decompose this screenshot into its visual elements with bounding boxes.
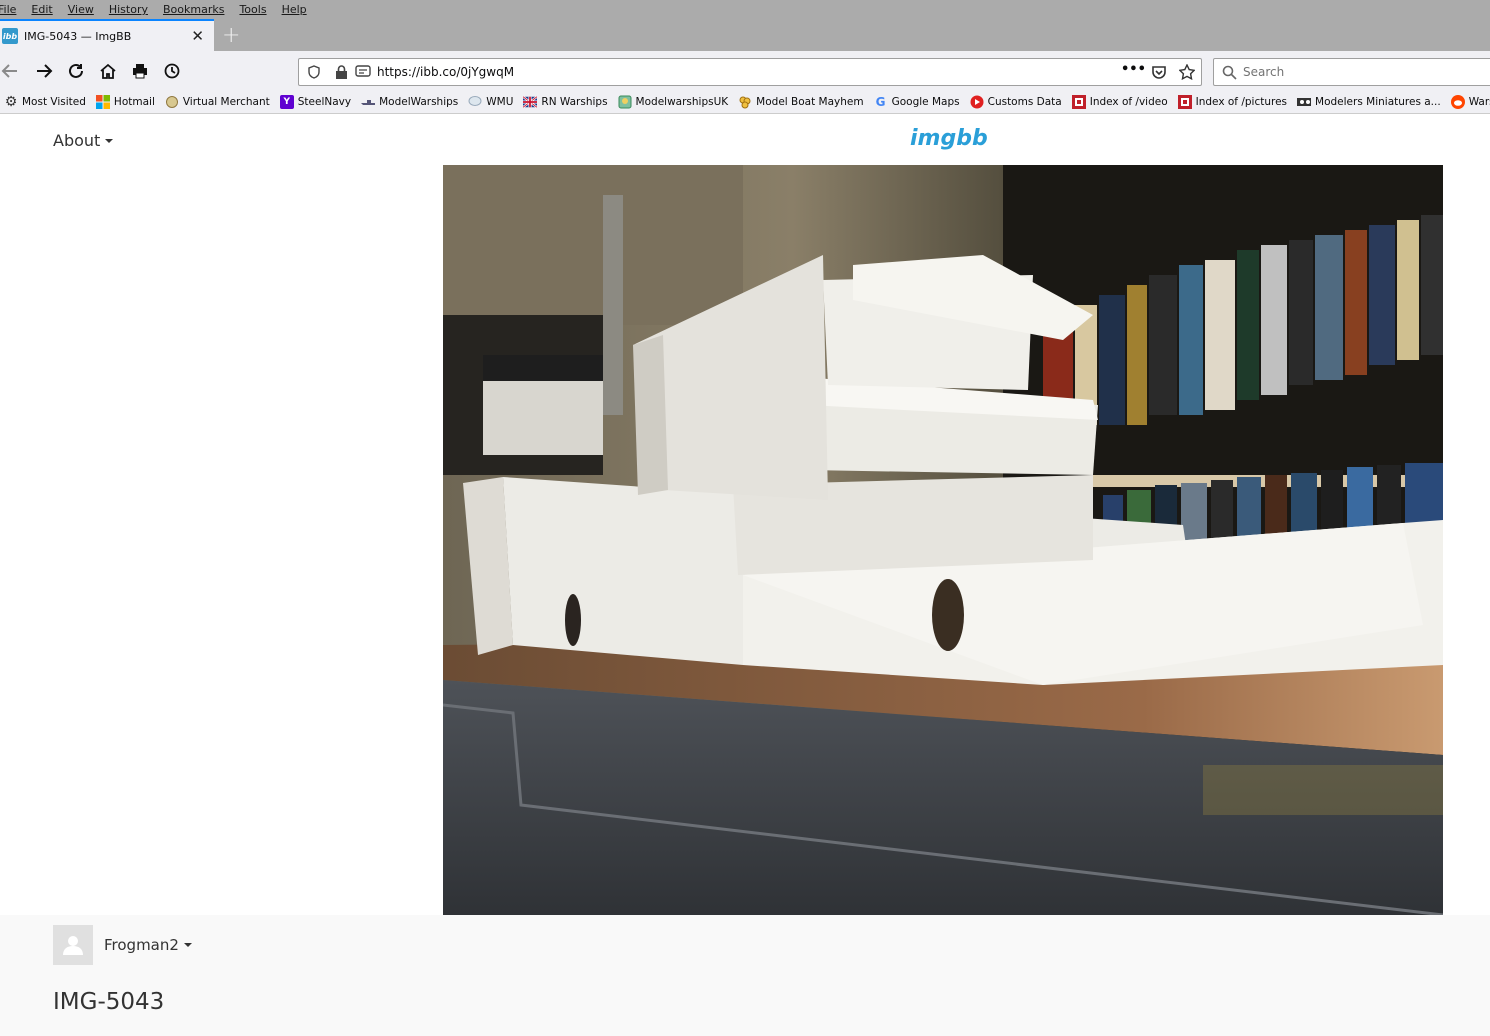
tab-title: IMG-5043 — ImgBB: [24, 29, 132, 43]
bookmark-modelers-miniatures[interactable]: Modelers Miniatures a...: [1297, 95, 1441, 109]
bookmark-modelwarshipsuk[interactable]: ModelwarshipsUK: [618, 95, 729, 109]
bookmark-label: Google Maps: [891, 96, 960, 108]
reload-button[interactable]: [66, 61, 86, 81]
menu-help[interactable]: Help: [282, 3, 307, 16]
new-tab-button[interactable]: +: [222, 23, 240, 48]
about-label: About: [53, 131, 101, 150]
bookmark-virtual-merchant[interactable]: Virtual Merchant: [165, 95, 270, 109]
bookmark-label: SteelNavy: [297, 96, 352, 108]
menu-bar: File Edit View History Bookmarks Tools H…: [0, 0, 1490, 19]
bookmarks-toolbar: ⚙ Most Visited Hotmail Virtual Merchant …: [0, 91, 1490, 114]
bookmark-label: RN Warships: [541, 96, 608, 108]
bookmark-most-visited[interactable]: ⚙ Most Visited: [4, 94, 86, 110]
avatar[interactable]: [53, 925, 93, 965]
bookmark-index-pictures[interactable]: Index of /pictures: [1177, 95, 1288, 109]
bookmark-label: Hotmail: [113, 96, 155, 108]
bookmark-star-icon[interactable]: [1179, 64, 1195, 80]
page-actions-icon[interactable]: •••: [1121, 62, 1146, 77]
windows-icon: [95, 95, 110, 109]
forward-button[interactable]: [34, 61, 54, 81]
cluster-icon: [738, 95, 752, 109]
menu-file[interactable]: File: [0, 3, 16, 16]
pocket-icon[interactable]: [1151, 65, 1167, 80]
home-button[interactable]: [98, 61, 118, 81]
about-menu[interactable]: About: [53, 131, 114, 150]
bookmark-label: Most Visited: [22, 96, 86, 108]
bookmark-label: Customs Data: [987, 96, 1062, 108]
permissions-icon[interactable]: [355, 65, 371, 79]
imgbb-favicon-icon: ibb: [2, 28, 18, 44]
globe-icon: [165, 95, 179, 109]
menu-bookmarks[interactable]: Bookmarks: [163, 3, 224, 16]
bookmark-label: ModelwarshipsUK: [635, 96, 729, 108]
menu-history[interactable]: History: [109, 3, 148, 16]
url-bar[interactable]: https://ibb.co/0jYgwqM •••: [298, 58, 1202, 86]
bookmark-google-maps[interactable]: G Google Maps: [874, 95, 960, 109]
printer-icon: [133, 64, 147, 79]
lock-icon[interactable]: [335, 65, 348, 79]
tab-strip: ibb IMG-5043 — ImgBB ✕ +: [0, 19, 1490, 51]
uploader-name: Frogman2: [104, 936, 179, 954]
url-text[interactable]: https://ibb.co/0jYgwqM: [377, 65, 514, 79]
bookmark-label: Index of /video: [1089, 96, 1168, 108]
badge-icon: [618, 95, 632, 109]
menu-view[interactable]: View: [68, 3, 94, 16]
bookmark-label: WarshipPorn: [1468, 96, 1490, 108]
search-bar[interactable]: Search: [1213, 58, 1490, 86]
bookmark-wmu[interactable]: WMU: [468, 95, 513, 109]
bookmark-label: Model Boat Mayhem: [756, 96, 864, 108]
back-button[interactable]: [0, 61, 20, 81]
bookmark-label: Modelers Miniatures a...: [1315, 96, 1441, 108]
chat-icon: [468, 95, 482, 109]
bookmark-index-video[interactable]: Index of /video: [1071, 95, 1168, 109]
menu-edit[interactable]: Edit: [31, 3, 52, 16]
play-icon: [970, 95, 984, 109]
union-jack-icon: [523, 95, 538, 109]
bookmark-label: ModelWarships: [379, 96, 459, 108]
user-silhouette-icon: [63, 936, 83, 955]
shield-icon[interactable]: [307, 65, 321, 79]
home-icon: [100, 63, 116, 79]
bookmark-label: Virtual Merchant: [182, 96, 270, 108]
reddit-icon: [1450, 95, 1465, 109]
back-arrow-icon: [1, 64, 17, 78]
image-title: IMG-5043: [53, 989, 165, 1015]
history-icon: [164, 63, 180, 79]
reload-icon: [69, 63, 83, 78]
ship-icon: [361, 95, 376, 109]
close-tab-icon[interactable]: ✕: [191, 27, 204, 45]
gear-icon: ⚙: [4, 94, 18, 110]
folder-icon: [1177, 95, 1192, 109]
google-icon: G: [875, 95, 886, 109]
mm-icon: [1297, 95, 1312, 109]
tab-active[interactable]: ibb IMG-5043 — ImgBB ✕: [0, 19, 214, 51]
bookmark-customs-data[interactable]: Customs Data: [970, 95, 1062, 109]
bookmark-label: WMU: [486, 96, 514, 108]
bookmark-hotmail[interactable]: Hotmail: [95, 95, 155, 109]
bookmark-warshipporn[interactable]: WarshipPorn: [1450, 95, 1490, 109]
imgbb-logo[interactable]: imgbb: [910, 126, 988, 151]
bookmark-model-boat-mayhem[interactable]: Model Boat Mayhem: [738, 95, 864, 109]
bookmark-modelwarships[interactable]: ModelWarships: [361, 95, 458, 109]
bookmark-rn-warships[interactable]: RN Warships: [523, 95, 608, 109]
yahoo-icon: Y: [279, 95, 294, 109]
bookmark-steelnavy[interactable]: Y SteelNavy: [279, 95, 352, 109]
print-button[interactable]: [130, 61, 150, 81]
page-content: About imgbb Frogman2 IMG-5043: [0, 114, 1490, 1036]
caret-down-icon: [105, 138, 114, 143]
search-placeholder: Search: [1243, 65, 1285, 79]
folder-icon: [1071, 95, 1086, 109]
menu-tools[interactable]: Tools: [239, 3, 266, 16]
caret-down-icon: [183, 943, 192, 947]
history-button[interactable]: [162, 61, 182, 81]
search-icon: [1222, 65, 1237, 80]
nav-toolbar: https://ibb.co/0jYgwqM ••• Search: [0, 51, 1490, 91]
uploader-section: Frogman2 IMG-5043: [0, 915, 1490, 1036]
forward-arrow-icon: [37, 64, 53, 78]
uploader-menu[interactable]: Frogman2: [104, 936, 192, 954]
uploaded-photo[interactable]: [443, 165, 1443, 915]
ship-model-photo: [443, 165, 1443, 915]
bookmark-label: Index of /pictures: [1195, 96, 1288, 108]
